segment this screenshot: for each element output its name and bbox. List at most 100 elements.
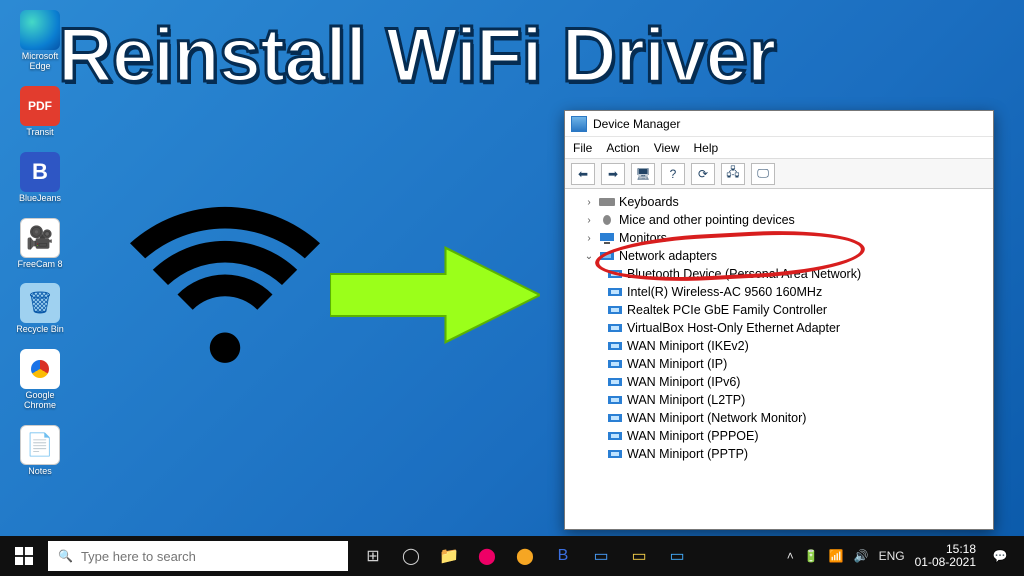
cortana-icon[interactable]: ◯: [394, 536, 428, 576]
tray-clock[interactable]: 15:18 01-08-2021: [915, 543, 976, 569]
toolbar-help-button[interactable]: ?: [661, 163, 685, 185]
action-center-icon[interactable]: 💬: [986, 536, 1014, 576]
moni-icon: [599, 231, 615, 245]
menu-action[interactable]: Action: [606, 141, 639, 155]
tree-device-label: Bluetooth Device (Personal Area Network): [627, 267, 861, 281]
tree-device[interactable]: WAN Miniport (PPPOE): [569, 427, 991, 445]
window-title-text: Device Manager: [593, 117, 680, 131]
tree-device[interactable]: WAN Miniport (PPTP): [569, 445, 991, 463]
tree-category[interactable]: › Keyboards: [569, 193, 991, 211]
start-button[interactable]: [0, 536, 48, 576]
twist-icon[interactable]: ⌄: [583, 251, 595, 262]
mouse-icon: [599, 213, 615, 227]
bin-icon: 🗑: [20, 283, 60, 323]
task-view-icon[interactable]: ⊞: [356, 536, 390, 576]
tree-device[interactable]: WAN Miniport (IP): [569, 355, 991, 373]
system-tray: ˄ 🔋 📶 🔊 ENG 15:18 01-08-2021 💬: [787, 536, 1024, 576]
menu-file[interactable]: File: [573, 141, 592, 155]
taskbar-app-4[interactable]: ▭: [584, 536, 618, 576]
tree-device[interactable]: WAN Miniport (IKEv2): [569, 337, 991, 355]
desktop-icon-cam[interactable]: 🎥 FreeCam 8: [12, 218, 68, 270]
twist-icon[interactable]: ›: [583, 233, 595, 244]
pinned-apps: ⊞ ◯ 📁 ⬤ ⬤ B ▭ ▭ ▭: [356, 536, 694, 576]
tray-language[interactable]: ENG: [879, 549, 905, 563]
tree-device[interactable]: VirtualBox Host-Only Ethernet Adapter: [569, 319, 991, 337]
desktop-icon-notes[interactable]: 📄 Notes: [12, 425, 68, 477]
pdf-icon: PDF: [20, 86, 60, 126]
tree-category[interactable]: › Mice and other pointing devices: [569, 211, 991, 229]
tree-category[interactable]: ⌄ Network adapters: [569, 247, 991, 265]
headline-text: Reinstall WiFi Driver: [58, 12, 1012, 99]
toolbar-back-button[interactable]: ⬅: [571, 163, 595, 185]
device-manager-icon: [571, 116, 587, 132]
taskbar-app-1[interactable]: ⬤: [470, 536, 504, 576]
edge-icon: [20, 10, 60, 50]
search-input[interactable]: [81, 549, 338, 564]
search-icon: 🔍: [58, 549, 73, 563]
tree-device[interactable]: Intel(R) Wireless-AC 9560 160MHz: [569, 283, 991, 301]
device-icon: [607, 411, 623, 425]
toolbar: ⬅ ➡ 🖥 ? ⟳ 🖧 🖵: [565, 159, 993, 189]
twist-icon[interactable]: ›: [583, 197, 595, 208]
device-icon: [607, 393, 623, 407]
tree-device-label: WAN Miniport (PPTP): [627, 447, 748, 461]
kb-icon: [599, 195, 615, 209]
taskbar-app-2[interactable]: ⬤: [508, 536, 542, 576]
desktop-icon-chr[interactable]: Google Chrome: [12, 349, 68, 411]
tree-category-label: Keyboards: [619, 195, 679, 209]
taskbar-app-6[interactable]: ▭: [660, 536, 694, 576]
menu-help[interactable]: Help: [694, 141, 719, 155]
desktop-icon-label: FreeCam 8: [17, 260, 62, 270]
taskbar-app-3[interactable]: B: [546, 536, 580, 576]
device-icon: [607, 447, 623, 461]
taskbar-app-5[interactable]: ▭: [622, 536, 656, 576]
toolbar-scan-button[interactable]: 🖧: [721, 163, 745, 185]
tree-device[interactable]: WAN Miniport (Network Monitor): [569, 409, 991, 427]
tree-device-label: WAN Miniport (PPPOE): [627, 429, 759, 443]
tree-category-label: Mice and other pointing devices: [619, 213, 795, 227]
cam-icon: 🎥: [20, 218, 60, 258]
tree-device[interactable]: Realtek PCIe GbE Family Controller: [569, 301, 991, 319]
tray-volume-icon[interactable]: 🔊: [854, 549, 869, 563]
tree-device-label: WAN Miniport (Network Monitor): [627, 411, 806, 425]
chr-icon: [20, 349, 60, 389]
toolbar-monitor-button[interactable]: 🖵: [751, 163, 775, 185]
menu-bar: File Action View Help: [565, 137, 993, 159]
toolbar-refresh-button[interactable]: ⟳: [691, 163, 715, 185]
toolbar-forward-button[interactable]: ➡: [601, 163, 625, 185]
tray-wifi-icon[interactable]: 📶: [829, 549, 844, 563]
net-icon: [599, 249, 615, 263]
toolbar-pc-button[interactable]: 🖥: [631, 163, 655, 185]
taskbar-search[interactable]: 🔍: [48, 541, 348, 571]
tray-battery-icon[interactable]: 🔋: [804, 549, 819, 563]
tray-chevron-icon[interactable]: ˄: [787, 549, 794, 563]
desktop-icon-bj[interactable]: BBlueJeans: [12, 152, 68, 204]
desktop-icon-label: Recycle Bin: [16, 325, 64, 335]
window-titlebar[interactable]: Device Manager: [565, 111, 993, 137]
tree-device-label: VirtualBox Host-Only Ethernet Adapter: [627, 321, 840, 335]
menu-view[interactable]: View: [654, 141, 680, 155]
desktop-icon-label: Notes: [28, 467, 52, 477]
tray-date: 01-08-2021: [915, 556, 976, 569]
tree-device[interactable]: WAN Miniport (IPv6): [569, 373, 991, 391]
tree-device[interactable]: Bluetooth Device (Personal Area Network): [569, 265, 991, 283]
tree-category-label: Network adapters: [619, 249, 717, 263]
tree-device-label: WAN Miniport (IKEv2): [627, 339, 749, 353]
tree-category[interactable]: ›Monitors: [569, 229, 991, 247]
notes-icon: 📄: [20, 425, 60, 465]
tree-device-label: WAN Miniport (IPv6): [627, 375, 740, 389]
tree-device[interactable]: WAN Miniport (L2TP): [569, 391, 991, 409]
desktop-icon-bin[interactable]: 🗑 Recycle Bin: [12, 283, 68, 335]
taskbar: 🔍 ⊞ ◯ 📁 ⬤ ⬤ B ▭ ▭ ▭ ˄ 🔋 📶 🔊 ENG 15:18 01…: [0, 536, 1024, 576]
device-icon: [607, 303, 623, 317]
tree-device-label: Intel(R) Wireless-AC 9560 160MHz: [627, 285, 822, 299]
arrow-icon: [330, 240, 540, 350]
explorer-icon[interactable]: 📁: [432, 536, 466, 576]
device-icon: [607, 285, 623, 299]
tree-device-label: WAN Miniport (IP): [627, 357, 727, 371]
twist-icon[interactable]: ›: [583, 215, 595, 226]
wifi-icon: [130, 200, 320, 370]
desktop-icon-label: Transit: [26, 128, 53, 138]
device-manager-window[interactable]: Device Manager File Action View Help ⬅ ➡ 🖥 …: [564, 110, 994, 530]
device-tree[interactable]: › Keyboards › Mice and other pointing devic…: [565, 189, 993, 529]
